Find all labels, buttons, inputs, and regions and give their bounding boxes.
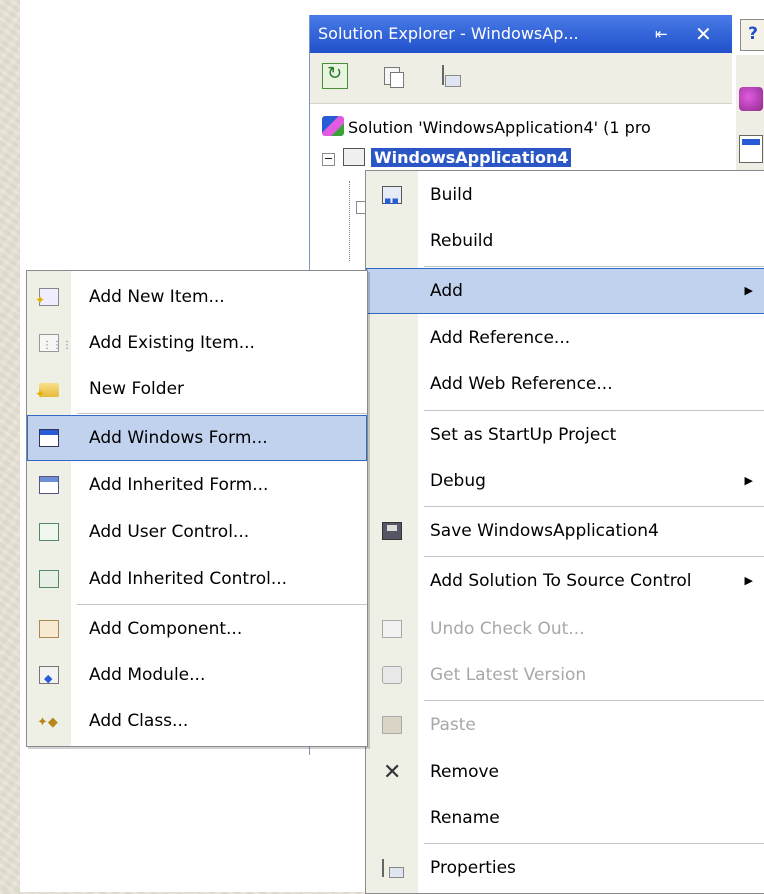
menu-item-add-web-reference[interactable]: Add Web Reference... [366,361,764,407]
window-icon[interactable] [739,135,763,163]
remove-icon [382,750,402,796]
refresh-icon[interactable] [322,63,348,89]
submenu-item-new-folder[interactable]: New Folder [27,366,367,417]
class-view-icon[interactable] [739,87,763,111]
menu-item-label: Add Reference... [430,328,571,348]
menu-item-set-startup[interactable]: Set as StartUp Project [366,412,764,458]
get-latest-icon [382,666,402,684]
menu-item-undo-checkout: Undo Check Out... [366,606,764,652]
menu-item-label: Rebuild [430,231,494,251]
menu-item-label: Build [430,185,473,205]
menu-item-build[interactable]: Build [366,172,764,224]
menu-item-paste: Paste [366,702,764,748]
help-icon[interactable]: ? [740,19,764,51]
menu-item-label: Debug [430,471,486,491]
submenu-item-label: Add Inherited Form... [89,475,269,495]
menu-item-add-source-control[interactable]: Add Solution To Source Control ▶ [366,558,764,604]
menu-item-label: Get Latest Version [430,665,587,685]
project-context-menu: Build Rebuild Add ▶ Add Reference... Add… [365,170,764,894]
build-icon [382,178,402,224]
menu-separator [77,413,367,414]
menu-separator [424,700,764,701]
submenu-item-label: Add User Control... [89,522,250,542]
submenu-item-add-new-item[interactable]: Add New Item... [27,274,367,323]
new-folder-icon [35,371,59,417]
menu-item-label: Paste [430,715,476,735]
submenu-item-label: New Folder [89,379,185,399]
inherited-form-icon [39,476,59,494]
submenu-item-label: Add Component... [89,619,243,639]
submenu-item-add-windows-form[interactable]: Add Windows Form... [27,415,367,461]
menu-item-save[interactable]: Save WindowsApplication4 [366,508,764,554]
menu-item-label: Add [430,281,463,301]
menu-item-rebuild[interactable]: Rebuild [366,218,764,264]
menu-item-properties[interactable]: Properties [366,845,764,891]
tree-connector [349,181,351,261]
collapse-icon[interactable]: − [322,153,335,166]
user-control-icon [39,523,59,541]
tree-project-node[interactable]: − WindowsApplication4 [322,145,572,171]
menu-item-label: Add Web Reference... [430,374,613,394]
menu-item-label: Set as StartUp Project [430,425,617,445]
menu-item-label: Remove [430,762,499,782]
class-icon [37,700,59,746]
new-item-icon [35,277,59,323]
menu-separator [77,604,367,605]
solution-explorer-title: Solution Explorer - WindowsAp... [318,24,579,43]
paste-icon [382,716,402,734]
submenu-item-add-user-control[interactable]: Add User Control... [27,509,367,555]
save-icon [382,522,402,540]
menu-separator [424,506,764,507]
inherited-control-icon [39,570,59,588]
show-all-files-icon[interactable] [380,63,406,89]
windows-form-icon [39,429,59,447]
submenu-arrow-icon: ▶ [744,284,753,297]
submenu-item-add-inherited-control[interactable]: Add Inherited Control... [27,556,367,602]
menu-item-label: Save WindowsApplication4 [430,521,659,541]
solution-explorer-toolbar [310,53,732,104]
project-label: WindowsApplication4 [371,148,572,167]
submenu-item-add-module[interactable]: Add Module... [27,652,367,702]
solution-explorer-titlebar: Solution Explorer - WindowsAp... ⇤ ✕ [310,15,732,53]
undo-checkout-icon [382,620,402,638]
menu-item-debug[interactable]: Debug ▶ [366,458,764,504]
pin-icon[interactable]: ⇤ [655,15,668,53]
menu-item-add[interactable]: Add ▶ [366,268,764,314]
menu-item-get-latest: Get Latest Version [366,652,764,698]
submenu-item-add-inherited-form[interactable]: Add Inherited Form... [27,462,367,508]
properties-toolbar-icon[interactable] [438,63,464,89]
submenu-item-label: Add Inherited Control... [89,569,288,589]
component-icon [39,620,59,638]
submenu-item-add-existing-item[interactable]: Add Existing Item... [27,320,367,369]
submenu-item-label: Add Module... [89,665,206,685]
menu-item-label: Add Solution To Source Control [430,571,692,591]
menu-separator [424,266,764,267]
menu-separator [424,556,764,557]
menu-item-remove[interactable]: Remove [366,749,764,796]
submenu-arrow-icon: ▶ [744,574,753,587]
menu-item-add-reference[interactable]: Add Reference... [366,315,764,361]
menu-item-label: Properties [430,858,516,878]
existing-item-icon [39,323,72,369]
properties-icon [382,859,404,878]
tree-solution-node[interactable]: Solution 'WindowsApplication4' (1 pro [322,115,651,141]
submenu-item-label: Add Windows Form... [89,428,268,448]
close-icon[interactable]: ✕ [695,15,712,53]
submenu-item-add-class[interactable]: Add Class... [27,698,367,746]
submenu-item-label: Add Class... [89,711,189,731]
submenu-item-label: Add Existing Item... [89,333,255,353]
menu-item-rename[interactable]: Rename [366,795,764,841]
project-icon [343,148,365,166]
menu-item-label: Undo Check Out... [430,619,585,639]
menu-item-label: Rename [430,808,500,828]
solution-label: Solution 'WindowsApplication4' (1 pro [348,118,651,137]
menu-separator [424,843,764,844]
submenu-item-label: Add New Item... [89,287,225,307]
menu-separator [424,410,764,411]
submenu-arrow-icon: ▶ [744,474,753,487]
add-submenu: Add New Item... Add Existing Item... New… [26,270,368,747]
solution-icon [322,116,344,136]
submenu-item-add-component[interactable]: Add Component... [27,606,367,652]
module-icon [39,656,59,702]
